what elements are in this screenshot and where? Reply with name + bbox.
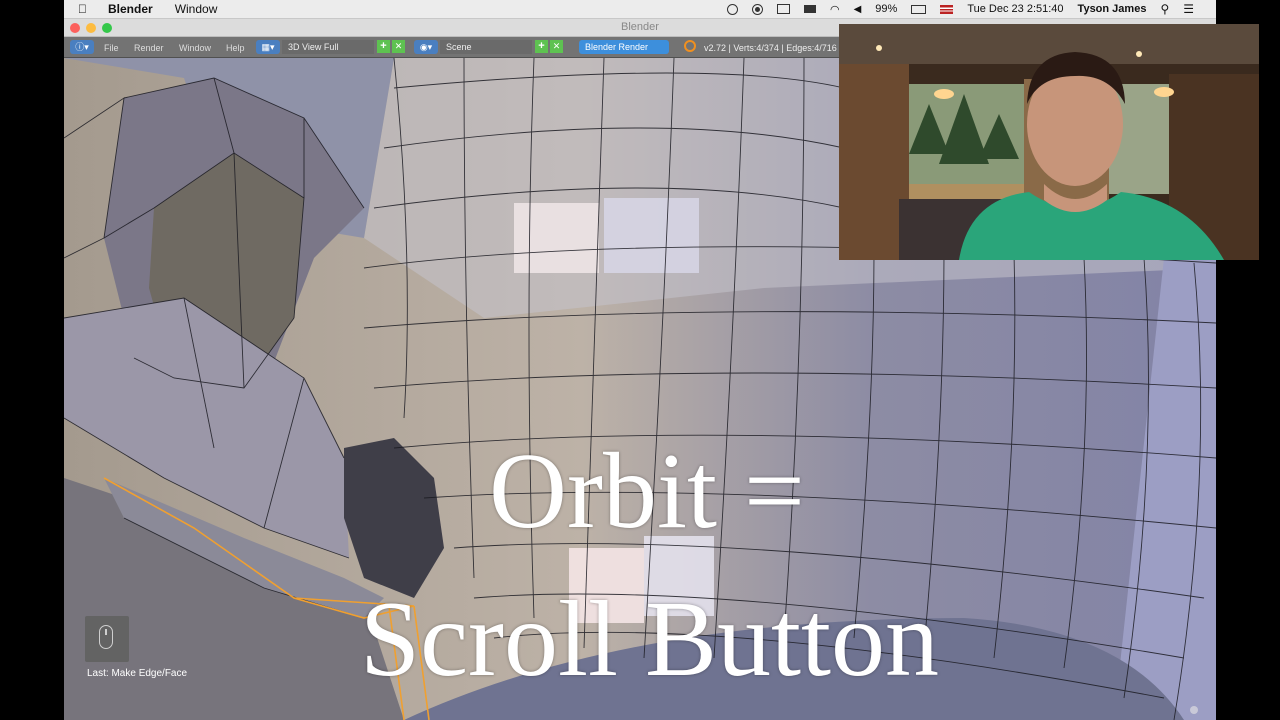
scene-field[interactable]: Scene [440, 40, 532, 54]
webcam-feed [839, 24, 1259, 260]
volume-icon[interactable]: ◀ [854, 4, 862, 15]
app-menu-blender[interactable]: Blender [108, 2, 153, 16]
apple-icon[interactable]:  [78, 2, 94, 16]
spotlight-search-icon[interactable]: ⚲ [1160, 2, 1169, 16]
screen-layout-field[interactable]: 3D View Full [282, 40, 374, 54]
screen-layout-icon[interactable]: ▦▾ [256, 40, 280, 54]
keyboard-icon[interactable] [803, 5, 816, 13]
notification-center-icon[interactable]: ☰ [1183, 2, 1194, 16]
flag-icon[interactable] [940, 4, 954, 14]
time-machine-icon[interactable] [726, 3, 738, 15]
letterbox-left [0, 0, 64, 720]
scene-icon[interactable]: ◉▾ [414, 40, 438, 54]
editor-type-info-icon[interactable]: ⓘ▾ [70, 40, 94, 54]
menu-help[interactable]: Help [226, 43, 245, 53]
webcam-overlay [839, 24, 1259, 260]
user-name[interactable]: Tyson James [1078, 3, 1147, 15]
menu-window[interactable]: Window [179, 43, 211, 53]
area-split-handle[interactable] [1190, 706, 1198, 714]
airplay-icon[interactable] [776, 4, 790, 14]
menu-file[interactable]: File [104, 43, 119, 53]
delete-screen-button[interactable]: ✕ [392, 40, 405, 53]
wifi-icon[interactable]: ◠ [830, 3, 840, 16]
mouse-icon [99, 625, 113, 649]
scene-stats: v2.72 | Verts:4/374 | Edges:4/716 [704, 43, 837, 53]
render-engine-select[interactable]: Blender Render [579, 40, 669, 54]
delete-scene-button[interactable]: ✕ [550, 40, 563, 53]
record-icon[interactable] [751, 3, 763, 15]
add-scene-button[interactable]: + [535, 40, 548, 53]
blender-logo-icon [684, 40, 696, 52]
menu-render[interactable]: Render [134, 43, 164, 53]
add-screen-button[interactable]: + [377, 40, 390, 53]
clock[interactable]: Tue Dec 23 2:51:40 [967, 3, 1063, 15]
battery-percent[interactable]: 99% [875, 3, 897, 15]
mac-menu-bar:  Blender Window ◠ ◀ 99% Tue Dec 23 2:51… [64, 0, 1216, 19]
last-operator-label[interactable]: Last: Make Edge/Face [87, 668, 187, 679]
menubar-status-area: ◠ ◀ 99% Tue Dec 23 2:51:40 Tyson James ⚲… [726, 2, 1216, 16]
mouse-indicator [85, 616, 129, 662]
menu-window[interactable]: Window [175, 2, 218, 16]
battery-icon[interactable] [911, 4, 927, 14]
